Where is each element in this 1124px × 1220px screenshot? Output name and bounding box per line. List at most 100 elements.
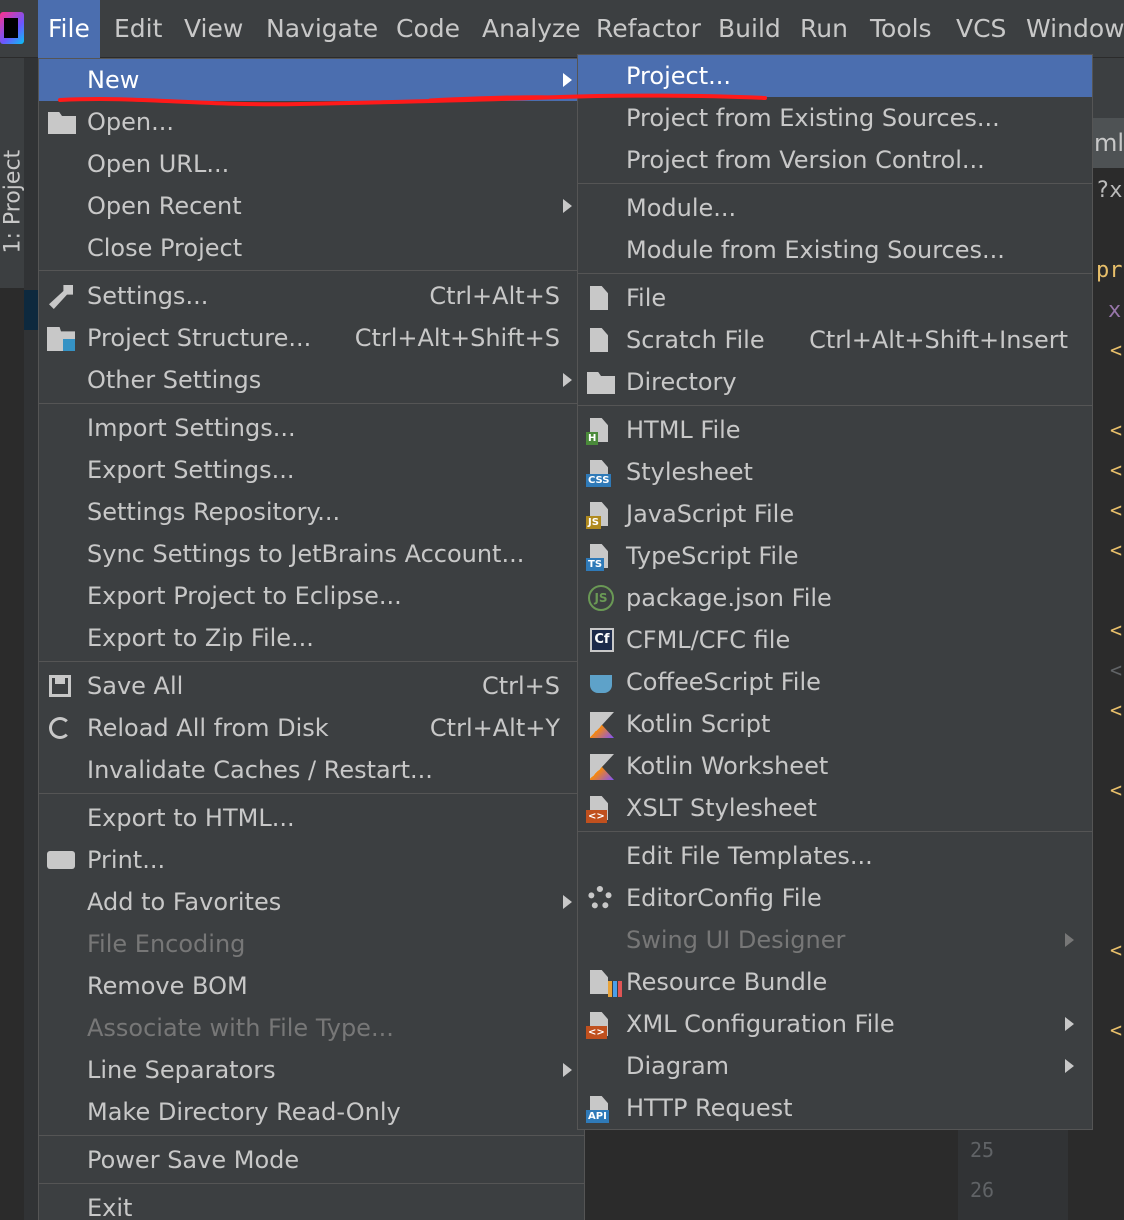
menu-item-make-read-only[interactable]: Make Directory Read-Only — [39, 1091, 584, 1133]
project-tool-strip[interactable]: 1: Project — [0, 58, 26, 288]
chevron-right-icon — [563, 73, 572, 87]
menu-item-add-favorites[interactable]: Add to Favorites — [39, 881, 584, 923]
menu-item-open-url[interactable]: Open URL... — [39, 143, 584, 185]
menu-item-sync-settings[interactable]: Sync Settings to JetBrains Account... — [39, 533, 584, 575]
menu-run[interactable]: Run — [790, 0, 858, 58]
menu-item-power-save[interactable]: Power Save Mode — [39, 1139, 584, 1181]
submenu-item-swing-designer: Swing UI Designer — [578, 919, 1092, 961]
menu-item-exit[interactable]: Exit — [39, 1187, 584, 1220]
code-line[interactable]: pro — [1096, 258, 1124, 283]
submenu-item-project-existing[interactable]: Project from Existing Sources... — [578, 97, 1092, 139]
menu-item-new[interactable]: New — [39, 59, 584, 101]
code-bracket: < — [1110, 618, 1123, 642]
menu-separator — [39, 403, 584, 404]
submenu-item-editorconfig[interactable]: EditorConfig File — [578, 877, 1092, 919]
submenu-item-module-existing[interactable]: Module from Existing Sources... — [578, 229, 1092, 271]
submenu-item-project-vcs[interactable]: Project from Version Control... — [578, 139, 1092, 181]
submenu-item-kotlin-script[interactable]: Kotlin Script — [578, 703, 1092, 745]
submenu-item-kotlin-worksheet[interactable]: Kotlin Worksheet — [578, 745, 1092, 787]
menu-edit[interactable]: Edit — [104, 0, 172, 58]
html-badge: H — [586, 432, 599, 445]
menu-item-project-structure[interactable]: Project Structure... Ctrl+Alt+Shift+S — [39, 317, 584, 359]
menu-item-settings-repository[interactable]: Settings Repository... — [39, 491, 584, 533]
intellij-logo-icon[interactable] — [0, 12, 24, 44]
submenu-item-scratch-file[interactable]: Scratch File Ctrl+Alt+Shift+Insert — [578, 319, 1092, 361]
code-bracket: < — [1110, 458, 1123, 482]
submenu-item-file[interactable]: File — [578, 277, 1092, 319]
menu-build[interactable]: Build — [708, 0, 791, 58]
menu-item-import-settings[interactable]: Import Settings... — [39, 407, 584, 449]
menu-tools[interactable]: Tools — [860, 0, 942, 58]
menu-item-file-encoding: File Encoding — [87, 930, 246, 958]
menu-item-export-html[interactable]: Export to HTML... — [39, 797, 584, 839]
project-structure-icon — [47, 327, 75, 351]
submenu-item-stylesheet[interactable]: CSS Stylesheet — [578, 451, 1092, 493]
menu-item-close-project[interactable]: Close Project — [39, 227, 584, 269]
menu-item-export-zip[interactable]: Export to Zip File... — [39, 617, 584, 659]
menu-item-save-all[interactable]: Save All Ctrl+S — [39, 665, 584, 707]
menu-view[interactable]: View — [174, 0, 253, 58]
menu-navigate[interactable]: Navigate — [256, 0, 388, 58]
code-line[interactable]: x — [1108, 298, 1124, 323]
submenu-item-resource-bundle[interactable]: Resource Bundle — [578, 961, 1092, 1003]
menu-item-settings[interactable]: Settings... Ctrl+Alt+S — [39, 275, 584, 317]
code-line[interactable]: ?xı — [1096, 178, 1124, 203]
cfml-icon: Cf — [590, 628, 614, 652]
submenu-item-http-request[interactable]: API HTTP Request — [578, 1087, 1092, 1129]
submenu-item-edit-templates[interactable]: Edit File Templates... — [578, 835, 1092, 877]
menu-item-other-settings[interactable]: Other Settings — [39, 359, 584, 401]
submenu-item-module[interactable]: Module... — [578, 187, 1092, 229]
line-number: 25 — [970, 1138, 995, 1162]
menu-item-open[interactable]: Open... — [39, 101, 584, 143]
css-badge: CSS — [586, 474, 612, 487]
code-bracket: < — [1110, 658, 1123, 682]
menu-item-reload-all[interactable]: Reload All from Disk Ctrl+Alt+Y — [39, 707, 584, 749]
code-bracket: < — [1110, 538, 1123, 562]
submenu-item-project[interactable]: Project... — [578, 55, 1092, 97]
xml-badge: <> — [586, 810, 607, 823]
project-tool-window-label[interactable]: 1: Project — [1, 104, 26, 254]
code-bracket: < — [1110, 938, 1123, 962]
menu-item-line-separators[interactable]: Line Separators — [39, 1049, 584, 1091]
menu-file[interactable]: File — [38, 0, 100, 58]
nodejs-icon: JS — [588, 585, 614, 611]
menu-item-invalidate-caches[interactable]: Invalidate Caches / Restart... — [39, 749, 584, 791]
file-menu: New Open... Open URL... Open Recent Clos… — [38, 58, 585, 1220]
chevron-right-icon — [563, 895, 572, 909]
chevron-right-icon — [1065, 933, 1074, 947]
submenu-item-xslt-stylesheet[interactable]: <> XSLT Stylesheet — [578, 787, 1092, 829]
code-bracket: < — [1110, 498, 1123, 522]
submenu-item-directory[interactable]: Directory — [578, 361, 1092, 403]
menu-refactor[interactable]: Refactor — [586, 0, 711, 58]
menu-separator — [578, 273, 1092, 274]
menu-separator — [578, 405, 1092, 406]
xml-badge: <> — [586, 1026, 607, 1039]
submenu-item-diagram[interactable]: Diagram — [578, 1045, 1092, 1087]
submenu-item-javascript-file[interactable]: JS JavaScript File — [578, 493, 1092, 535]
submenu-item-html-file[interactable]: H HTML File — [578, 409, 1092, 451]
menu-item-remove-bom[interactable]: Remove BOM — [39, 965, 584, 1007]
menu-item-print[interactable]: Print... — [39, 839, 584, 881]
chevron-right-icon — [563, 373, 572, 387]
menu-separator — [39, 1183, 584, 1184]
editor-tab[interactable]: ml — [1092, 118, 1124, 168]
menu-separator — [578, 831, 1092, 832]
api-badge: API — [586, 1110, 609, 1123]
menu-vcs[interactable]: VCS — [946, 0, 1016, 58]
resource-bundle-icon — [590, 970, 608, 994]
menu-item-export-settings[interactable]: Export Settings... — [39, 449, 584, 491]
menu-item-associate-file-type: Associate with File Type... — [87, 1014, 394, 1042]
menu-item-export-eclipse[interactable]: Export Project to Eclipse... — [39, 575, 584, 617]
submenu-item-typescript-file[interactable]: TS TypeScript File — [578, 535, 1092, 577]
menu-analyze[interactable]: Analyze — [472, 0, 591, 58]
submenu-item-cfml-file[interactable]: Cf CFML/CFC file — [578, 619, 1092, 661]
line-number: 26 — [970, 1178, 995, 1202]
submenu-item-package-json[interactable]: JS package.json File — [578, 577, 1092, 619]
menu-window[interactable]: Window — [1016, 0, 1124, 58]
submenu-item-xml-config[interactable]: <> XML Configuration File — [578, 1003, 1092, 1045]
menu-code[interactable]: Code — [386, 0, 470, 58]
code-bracket: < — [1110, 418, 1123, 442]
new-submenu: Project... Project from Existing Sources… — [577, 54, 1093, 1130]
menu-item-open-recent[interactable]: Open Recent — [39, 185, 584, 227]
submenu-item-coffeescript-file[interactable]: CoffeeScript File — [578, 661, 1092, 703]
